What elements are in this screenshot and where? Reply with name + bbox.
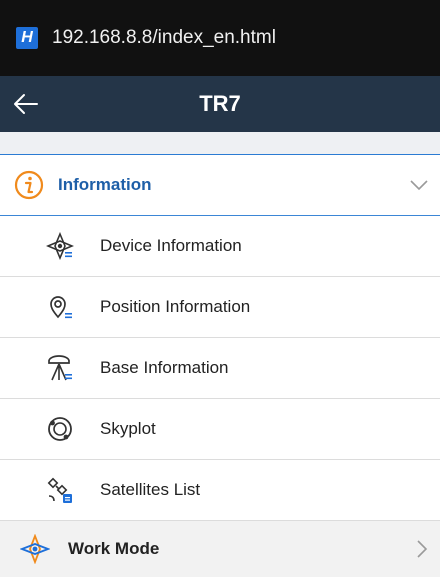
section-spacer	[0, 132, 440, 155]
menu-item-label: Device Information	[100, 236, 242, 255]
menu-item-device-information[interactable]: Device Information	[0, 216, 440, 277]
menu-item-label: Skyplot	[100, 419, 156, 438]
menu-item-label: Base Information	[100, 358, 229, 377]
information-title: Information	[58, 175, 152, 194]
page-title: TR7	[199, 91, 241, 116]
work-mode-section-header[interactable]: Work Mode	[0, 521, 440, 577]
work-mode-icon	[20, 534, 50, 564]
menu-item-satellites-list[interactable]: Satellites List	[0, 460, 440, 521]
information-section-header[interactable]: Information	[0, 155, 440, 216]
position-info-icon	[46, 293, 74, 321]
satellites-list-icon	[46, 476, 74, 504]
base-info-icon	[46, 354, 74, 382]
device-info-icon	[46, 232, 74, 260]
arrow-left-icon	[14, 94, 38, 114]
menu-item-position-information[interactable]: Position Information	[0, 277, 440, 338]
app-badge: H	[16, 27, 38, 49]
app-toolbar: TR7	[0, 76, 440, 132]
info-icon	[14, 170, 44, 200]
back-button[interactable]	[6, 84, 46, 124]
menu-item-label: Satellites List	[100, 480, 201, 499]
menu-item-skyplot[interactable]: Skyplot	[0, 399, 440, 460]
menu-item-base-information[interactable]: Base Information	[0, 338, 440, 399]
work-mode-title: Work Mode	[68, 539, 160, 558]
browser-status-bar: H 192.168.8.8/index_en.html	[0, 0, 440, 76]
skyplot-icon	[46, 415, 74, 443]
chevron-right-icon	[417, 540, 428, 558]
url-text: 192.168.8.8/index_en.html	[52, 27, 276, 48]
chevron-down-icon	[410, 180, 428, 191]
menu-item-label: Position Information	[100, 297, 251, 316]
